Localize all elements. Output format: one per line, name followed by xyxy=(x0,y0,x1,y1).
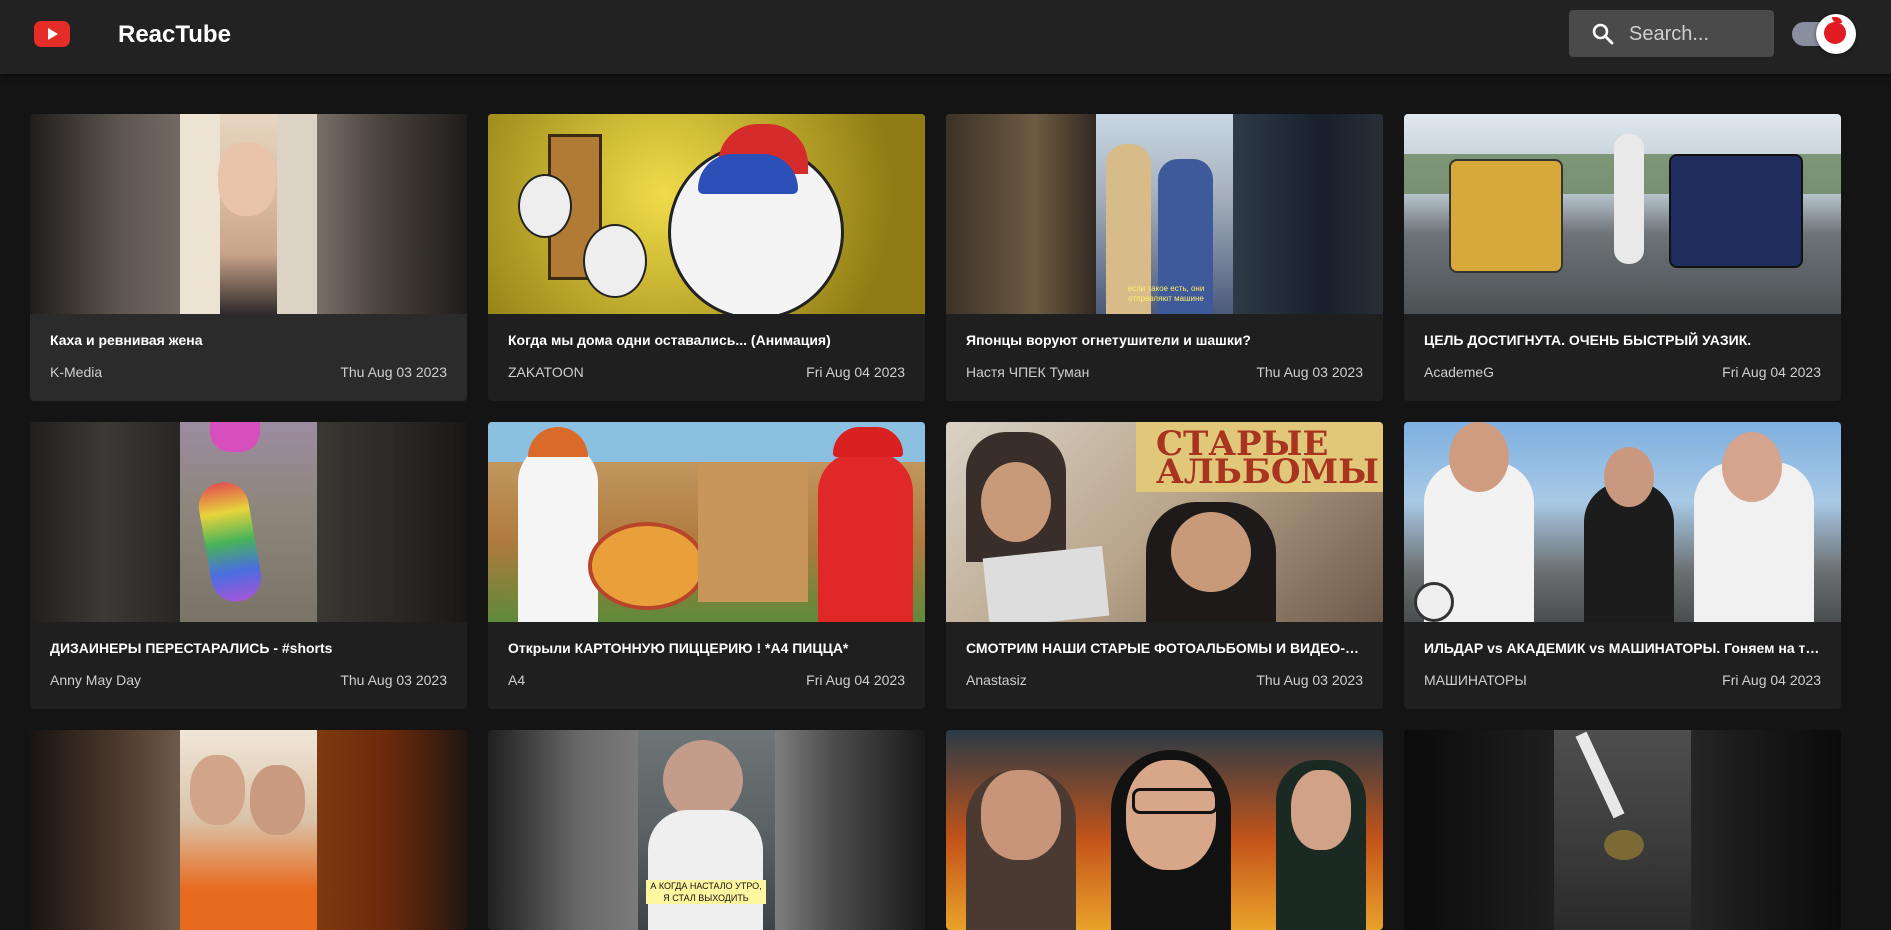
video-card[interactable]: ИЛЬДАР vs АКАДЕМИК vs МАШИНАТОРЫ. Гоняем… xyxy=(1404,422,1841,709)
video-title[interactable]: ЦЕЛЬ ДОСТИГНУТА. ОЧЕНЬ БЫСТРЫЙ УАЗИК. xyxy=(1424,332,1824,348)
video-thumbnail[interactable]: СТАРЫЕ АЛЬБОМЫ xyxy=(946,422,1383,622)
video-title[interactable]: Японцы воруют огнетушители и шашки? xyxy=(966,332,1366,348)
video-card[interactable]: ЦЕЛЬ ДОСТИГНУТА. ОЧЕНЬ БЫСТРЫЙ УАЗИК. Ac… xyxy=(1404,114,1841,401)
thumbnail-caption: А КОГДА НАСТАЛО УТРО, Я СТАЛ ВЫХОДИТЬ xyxy=(646,880,766,904)
video-thumbnail[interactable]: А КОГДА НАСТАЛО УТРО, Я СТАЛ ВЫХОДИТЬ xyxy=(488,730,925,930)
channel-name[interactable]: AcademeG xyxy=(1424,364,1494,380)
video-card[interactable] xyxy=(30,730,467,930)
video-title[interactable]: ДИЗАИНЕРЫ ПЕРЕСТАРАЛИСЬ - #shorts xyxy=(50,640,450,656)
video-thumbnail[interactable] xyxy=(488,422,925,622)
video-date: Fri Aug 04 2023 xyxy=(806,672,905,688)
youtube-logo-icon[interactable] xyxy=(34,21,70,47)
theme-toggle[interactable] xyxy=(1792,14,1856,54)
top-bar: ReacTube xyxy=(0,0,1891,74)
channel-name[interactable]: K-Media xyxy=(50,364,102,380)
video-card[interactable]: СТАРЫЕ АЛЬБОМЫ СМОТРИМ НАШИ СТАРЫЕ ФОТОА… xyxy=(946,422,1383,709)
apple-icon xyxy=(1824,22,1846,44)
video-date: Thu Aug 03 2023 xyxy=(1256,364,1363,380)
thumbnail-caption: если такое есть, они отправляют машине xyxy=(1127,284,1205,303)
video-date: Fri Aug 04 2023 xyxy=(806,364,905,380)
channel-name[interactable]: Anny May Day xyxy=(50,672,141,688)
video-card[interactable]: Когда мы дома одни оставались... (Анимац… xyxy=(488,114,925,401)
search-box[interactable] xyxy=(1569,10,1774,59)
video-title[interactable]: Когда мы дома одни оставались... (Анимац… xyxy=(508,332,908,348)
video-card[interactable]: Каха и ревнивая жена K-Media Thu Aug 03 … xyxy=(30,114,467,401)
video-date: Fri Aug 04 2023 xyxy=(1722,672,1821,688)
brand-title[interactable]: ReacTube xyxy=(118,20,231,50)
video-card[interactable]: ДИЗАИНЕРЫ ПЕРЕСТАРАЛИСЬ - #shorts Anny M… xyxy=(30,422,467,709)
video-thumbnail[interactable] xyxy=(30,730,467,930)
video-card[interactable] xyxy=(1404,730,1841,930)
video-thumbnail[interactable] xyxy=(946,730,1383,930)
video-date: Thu Aug 03 2023 xyxy=(340,672,447,688)
video-date: Thu Aug 03 2023 xyxy=(340,364,447,380)
video-thumbnail[interactable] xyxy=(1404,422,1841,622)
search-icon xyxy=(1592,23,1614,45)
video-thumbnail[interactable] xyxy=(1404,730,1841,930)
video-title[interactable]: Каха и ревнивая жена xyxy=(50,332,450,348)
channel-name[interactable]: Настя ЧПЕК Туман xyxy=(966,364,1089,380)
video-thumbnail[interactable] xyxy=(30,114,467,314)
video-card[interactable] xyxy=(946,730,1383,930)
video-thumbnail[interactable] xyxy=(1404,114,1841,314)
channel-name[interactable]: МАШИНАТОРЫ xyxy=(1424,672,1527,688)
video-card[interactable]: Открыли КАРТОННУЮ ПИЦЦЕРИЮ ! *А4 ПИЦЦА* … xyxy=(488,422,925,709)
video-title[interactable]: Открыли КАРТОННУЮ ПИЦЦЕРИЮ ! *А4 ПИЦЦА* xyxy=(508,640,908,656)
channel-name[interactable]: ZAKATOON xyxy=(508,364,584,380)
video-thumbnail[interactable] xyxy=(488,114,925,314)
video-title[interactable]: ИЛЬДАР vs АКАДЕМИК vs МАШИНАТОРЫ. Гоняем… xyxy=(1424,640,1824,656)
toggle-knob[interactable] xyxy=(1816,14,1856,54)
video-date: Thu Aug 03 2023 xyxy=(1256,672,1363,688)
video-card[interactable]: если такое есть, они отправляют машине Я… xyxy=(946,114,1383,401)
video-card[interactable]: А КОГДА НАСТАЛО УТРО, Я СТАЛ ВЫХОДИТЬ xyxy=(488,730,925,930)
video-thumbnail[interactable] xyxy=(30,422,467,622)
video-grid: Каха и ревнивая жена K-Media Thu Aug 03 … xyxy=(30,114,1841,930)
video-date: Fri Aug 04 2023 xyxy=(1722,364,1821,380)
channel-name[interactable]: A4 xyxy=(508,672,525,688)
search-input[interactable] xyxy=(1627,10,1771,59)
channel-name[interactable]: Anastasiz xyxy=(966,672,1027,688)
video-title[interactable]: СМОТРИМ НАШИ СТАРЫЕ ФОТОАЛЬБОМЫ И ВИДЕО-… xyxy=(966,640,1366,656)
video-thumbnail[interactable]: если такое есть, они отправляют машине xyxy=(946,114,1383,314)
